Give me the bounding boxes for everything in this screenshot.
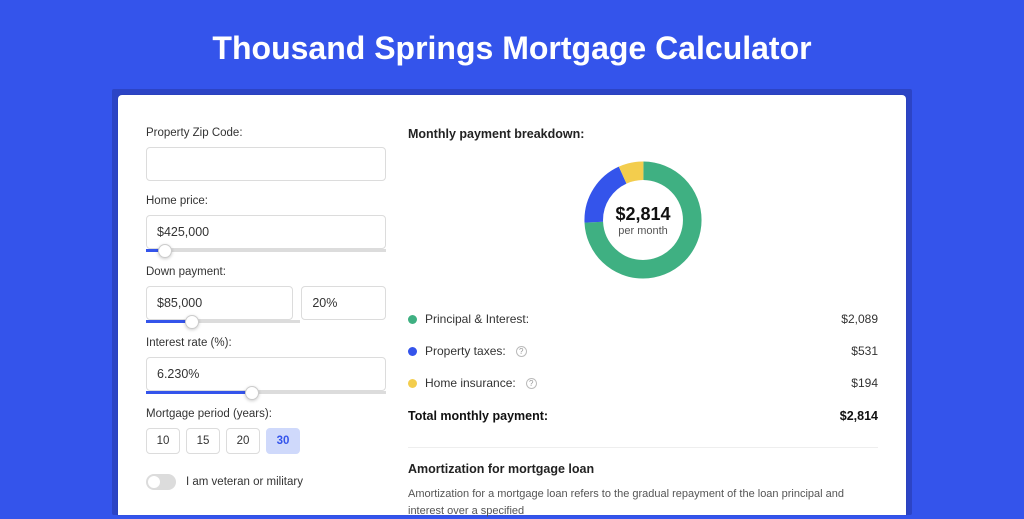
donut-wrap: $2,814 per month — [408, 155, 878, 285]
down-payment-field: Down payment: — [146, 266, 386, 323]
results-panel: Monthly payment breakdown: $2,814 — [408, 127, 878, 515]
down-payment-slider[interactable] — [146, 320, 300, 323]
donut-total-sub: per month — [618, 225, 668, 237]
form-panel: Property Zip Code: Home price: Down paym… — [146, 127, 386, 515]
period-label: Mortgage period (years): — [146, 408, 386, 420]
amortization-panel: Amortization for mortgage loan Amortizat… — [408, 447, 878, 519]
slider-thumb[interactable] — [158, 244, 172, 258]
dot-icon — [408, 347, 417, 356]
home-price-input[interactable] — [146, 215, 386, 249]
donut-chart: $2,814 per month — [578, 155, 708, 285]
amortization-title: Amortization for mortgage loan — [408, 462, 878, 476]
legend-label: Property taxes: — [425, 344, 506, 358]
interest-label: Interest rate (%): — [146, 337, 386, 349]
total-label: Total monthly payment: — [408, 409, 548, 423]
info-icon[interactable]: ? — [526, 378, 537, 389]
period-btn-15[interactable]: 15 — [186, 428, 220, 454]
interest-input[interactable] — [146, 357, 386, 391]
veteran-label: I am veteran or military — [186, 476, 303, 488]
legend-row-principal: Principal & Interest: $2,089 — [408, 303, 878, 335]
slider-fill — [146, 391, 252, 394]
total-row: Total monthly payment: $2,814 — [408, 399, 878, 433]
legend-value: $194 — [851, 376, 878, 390]
legend-row-insurance: Home insurance: ? $194 — [408, 367, 878, 399]
legend-label: Home insurance: — [425, 376, 516, 390]
zip-label: Property Zip Code: — [146, 127, 386, 139]
legend-label: Principal & Interest: — [425, 312, 529, 326]
calculator-card: Property Zip Code: Home price: Down paym… — [118, 95, 906, 515]
veteran-row: I am veteran or military — [146, 474, 386, 490]
zip-input[interactable] — [146, 147, 386, 181]
interest-slider[interactable] — [146, 391, 386, 394]
period-buttons: 10 15 20 30 — [146, 428, 386, 454]
period-btn-10[interactable]: 10 — [146, 428, 180, 454]
legend-value: $531 — [851, 344, 878, 358]
page-title: Thousand Springs Mortgage Calculator — [0, 0, 1024, 89]
veteran-toggle[interactable] — [146, 474, 176, 490]
slider-thumb[interactable] — [245, 386, 259, 400]
home-price-label: Home price: — [146, 195, 386, 207]
dot-icon — [408, 379, 417, 388]
info-icon[interactable]: ? — [516, 346, 527, 357]
card-wrapper: Property Zip Code: Home price: Down paym… — [112, 89, 912, 515]
period-btn-20[interactable]: 20 — [226, 428, 260, 454]
donut-total-value: $2,814 — [615, 204, 670, 225]
dot-icon — [408, 315, 417, 324]
toggle-knob — [148, 476, 160, 488]
zip-field: Property Zip Code: — [146, 127, 386, 181]
period-btn-30[interactable]: 30 — [266, 428, 300, 454]
home-price-slider[interactable] — [146, 249, 386, 252]
period-field: Mortgage period (years): 10 15 20 30 — [146, 408, 386, 454]
interest-field: Interest rate (%): — [146, 337, 386, 394]
home-price-field: Home price: — [146, 195, 386, 252]
down-payment-input[interactable] — [146, 286, 293, 320]
donut-center: $2,814 per month — [578, 155, 708, 285]
amortization-text: Amortization for a mortgage loan refers … — [408, 486, 878, 519]
total-amount: $2,814 — [840, 409, 878, 423]
legend-row-taxes: Property taxes: ? $531 — [408, 335, 878, 367]
down-payment-pct-input[interactable] — [301, 286, 386, 320]
breakdown-heading: Monthly payment breakdown: — [408, 127, 878, 141]
down-payment-label: Down payment: — [146, 266, 386, 278]
slider-thumb[interactable] — [185, 315, 199, 329]
legend-value: $2,089 — [841, 312, 878, 326]
